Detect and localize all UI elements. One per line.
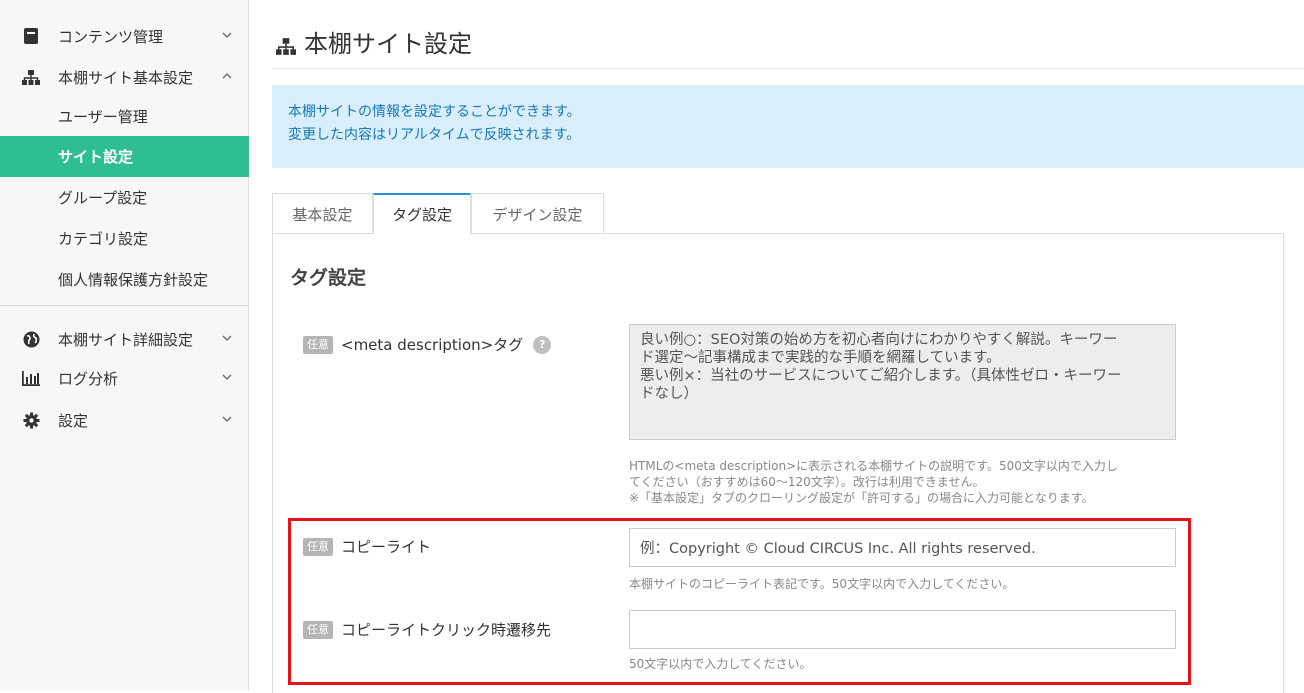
sidebar-item-label: 設定 — [58, 412, 89, 430]
sidebar-item-label: ログ分析 — [58, 370, 119, 388]
sidebar-item-label: 本棚サイト詳細設定 — [58, 331, 194, 349]
textarea-line: ド選定～記事構成まで実践的な手順を網羅しています。 — [640, 350, 1001, 366]
sidebar-item-privacy[interactable]: 個人情報保護方針設定 — [0, 259, 249, 300]
globe-icon — [22, 330, 40, 348]
optional-badge: 任意 — [303, 537, 333, 556]
sitemap-icon — [22, 68, 40, 86]
optional-badge: 任意 — [303, 335, 333, 354]
chevron-down-icon — [222, 30, 234, 42]
meta-description-hint: HTMLの<meta description>に表示される本棚サイトの説明です。… — [629, 458, 1189, 506]
chevron-down-icon — [222, 372, 234, 384]
textarea-line: 良い例○：SEO対策の始め方を初心者向けにわかりやすく解説。キーワー — [640, 332, 1118, 348]
optional-badge: 任意 — [303, 620, 333, 639]
hint-line: HTMLの<meta description>に表示される本棚サイトの説明です。… — [629, 459, 1118, 473]
sidebar-divider — [0, 305, 249, 306]
sitemap-icon — [276, 33, 296, 55]
sidebar-item-categories[interactable]: カテゴリ設定 — [0, 218, 249, 259]
chevron-down-icon — [222, 414, 234, 426]
page-title-text: 本棚サイト設定 — [304, 30, 472, 58]
sidebar-item-label: 個人情報保護方針設定 — [58, 271, 209, 289]
sidebar-item-label: ユーザー管理 — [58, 108, 148, 126]
help-icon[interactable]: ? — [533, 335, 552, 354]
sidebar-item-label: コンテンツ管理 — [58, 28, 164, 46]
sidebar-item-site-settings[interactable]: サイト設定 — [0, 136, 249, 177]
info-line: 本棚サイトの情報を設定することができます。 — [288, 104, 581, 120]
tab-basic-settings[interactable]: 基本設定 — [272, 193, 373, 234]
section-title: タグ設定 — [290, 267, 367, 289]
info-line: 変更した内容はリアルタイムで反映されます。 — [288, 127, 581, 143]
tab-label: タグ設定 — [391, 206, 452, 224]
sidebar-item-users[interactable]: ユーザー管理 — [0, 96, 249, 137]
sidebar-item-contents[interactable]: コンテンツ管理 — [0, 16, 249, 57]
copyright-link-input[interactable] — [629, 610, 1176, 649]
copyright-placeholder: 例：Copyright © Cloud CIRCUS Inc. All righ… — [640, 541, 1036, 557]
tab-label: 基本設定 — [292, 205, 353, 224]
textarea-line: 悪い例×：当社のサービスについてご紹介します。（具体性ゼロ・キーワー — [640, 368, 1122, 384]
sidebar-item-basic-settings[interactable]: 本棚サイト基本設定 — [0, 57, 249, 98]
sidebar-item-label: カテゴリ設定 — [58, 230, 149, 248]
copyright-hint: 本棚サイトのコピーライト表記です。50文字以内で入力してください。 — [629, 577, 1015, 591]
meta-description-textarea[interactable]: 良い例○：SEO対策の始め方を初心者向けにわかりやすく解説。キーワー ド選定～記… — [629, 324, 1176, 440]
copyright-input[interactable]: 例：Copyright © Cloud CIRCUS Inc. All righ… — [629, 528, 1176, 567]
meta-description-label: 任意 <meta description>タグ ? — [303, 334, 552, 355]
gear-icon — [22, 411, 40, 429]
page-title: 本棚サイト設定 — [276, 24, 472, 59]
hint-line: ※「基本設定」タブのクローリング設定が「許可する」の場合に入力可能となります。 — [629, 491, 1094, 505]
chevron-down-icon — [222, 333, 234, 345]
copyright-link-hint: 50文字以内で入力してください。 — [629, 657, 812, 671]
tab-tag-settings[interactable]: タグ設定 — [373, 193, 471, 234]
bar-chart-icon — [22, 369, 40, 387]
info-message: 本棚サイトの情報を設定することができます。 変更した内容はリアルタイムで反映され… — [272, 85, 1304, 168]
sidebar-item-log-analysis[interactable]: ログ分析 — [0, 358, 249, 399]
copyright-label: 任意 コピーライト — [303, 536, 431, 557]
field-label-text: コピーライト — [341, 538, 432, 556]
sidebar-item-label: 本棚サイト基本設定 — [58, 69, 194, 87]
field-label-text: コピーライトクリック時遷移先 — [341, 621, 552, 639]
hint-line: てください（おすすめは60〜120文字）。改行は利用できません。 — [629, 475, 985, 489]
tab-label: デザイン設定 — [492, 205, 583, 224]
title-divider — [272, 68, 1304, 69]
sidebar-item-detail-settings[interactable]: 本棚サイト詳細設定 — [0, 319, 249, 360]
field-label-text: <meta description>タグ — [341, 336, 524, 354]
book-icon — [22, 27, 40, 45]
tab-design-settings[interactable]: デザイン設定 — [471, 193, 604, 234]
chevron-up-icon — [222, 71, 234, 83]
sidebar: コンテンツ管理 本棚サイト基本設定 ユーザー管理 サイト設定 グループ設定 カテ… — [0, 0, 249, 690]
sidebar-item-label: グループ設定 — [58, 189, 148, 207]
textarea-line: ドなし） — [640, 386, 698, 402]
sidebar-item-label: サイト設定 — [58, 148, 134, 166]
sidebar-item-settings[interactable]: 設定 — [0, 400, 249, 441]
copyright-link-label: 任意 コピーライトクリック時遷移先 — [303, 619, 551, 640]
sidebar-item-groups[interactable]: グループ設定 — [0, 177, 249, 218]
